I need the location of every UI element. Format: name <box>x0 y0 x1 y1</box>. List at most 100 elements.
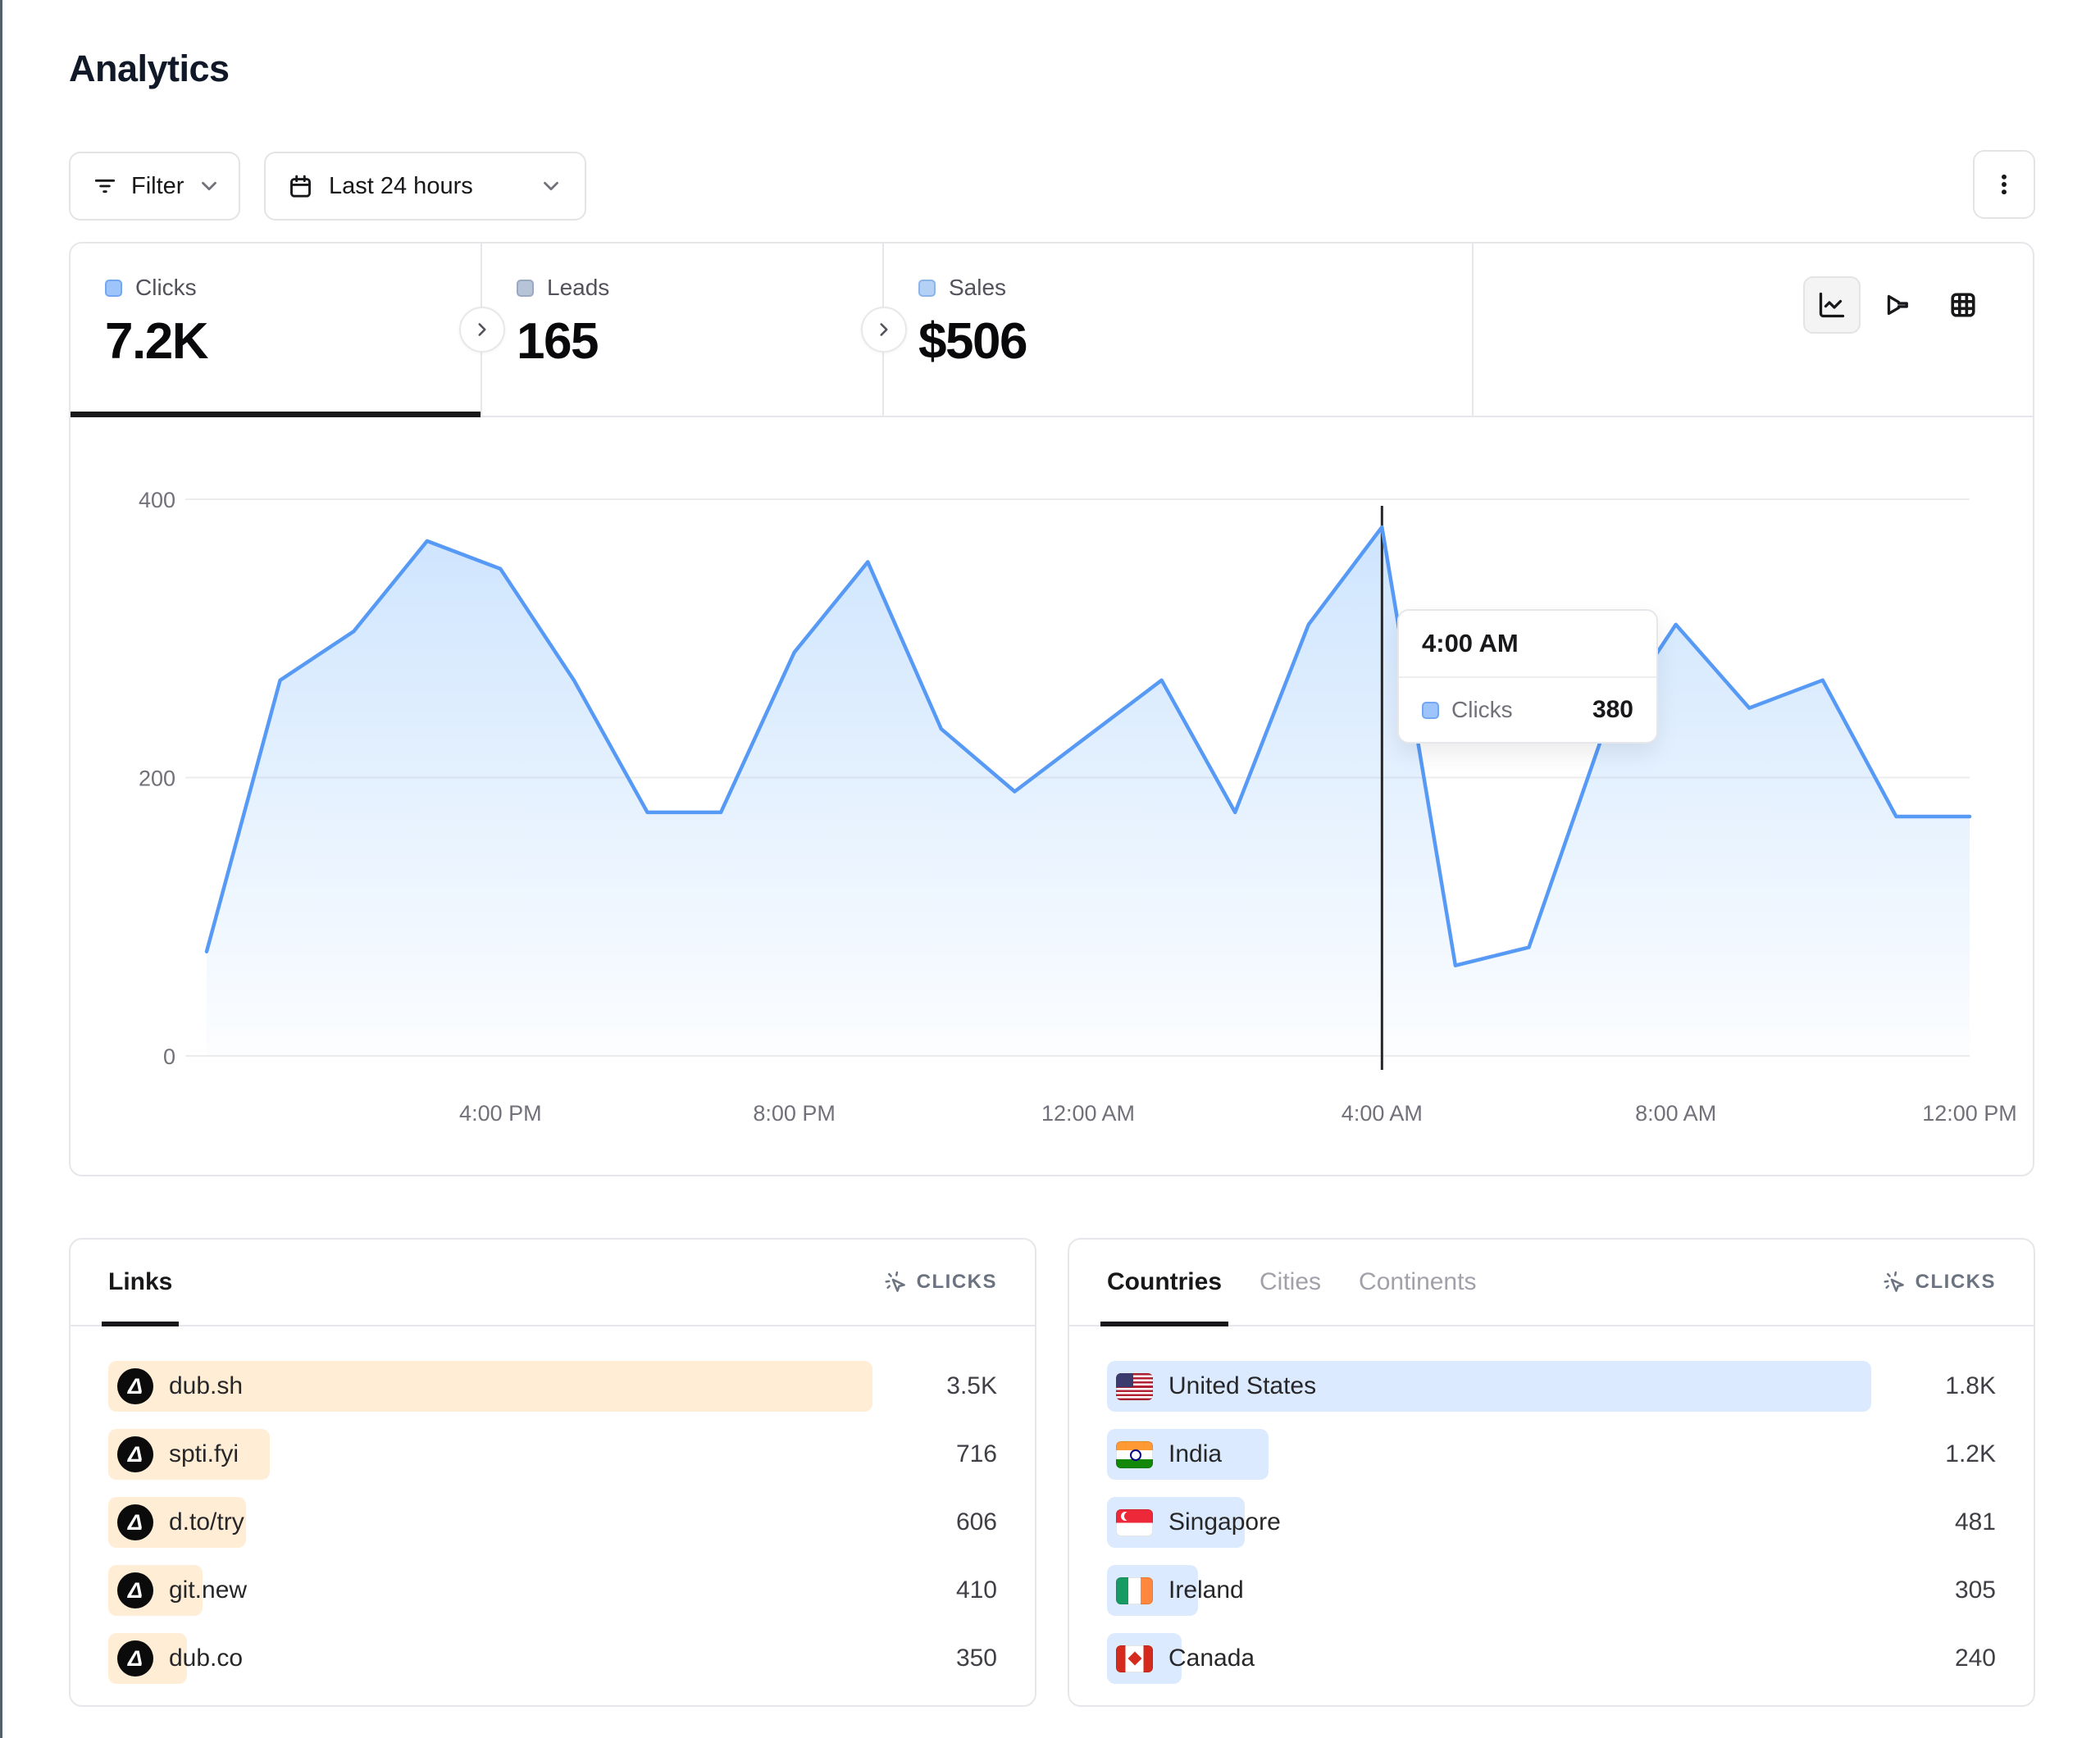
stat-tab-leads[interactable]: Leads165 <box>482 243 884 416</box>
tooltip-series-label: Clicks <box>1451 697 1513 723</box>
countries-rows: United States 1.8K India 1.2K Singapore 481 Ir… <box>1069 1326 2034 1684</box>
tooltip-time: 4:00 AM <box>1399 611 1656 678</box>
stat-tab-sales[interactable]: Sales$506 <box>884 243 1474 416</box>
row-label: git.new <box>169 1576 247 1604</box>
row-label: dub.co <box>169 1645 243 1672</box>
table-row[interactable]: Singapore 481 <box>1107 1497 1996 1548</box>
sg-flag-icon <box>1116 1509 1153 1536</box>
calendar-icon <box>287 173 314 200</box>
table-row[interactable]: Δgit.new 410 <box>108 1565 997 1616</box>
stat-value: 7.2K <box>105 312 481 371</box>
bar-track: Ireland <box>1107 1565 1895 1616</box>
stat-tab-clicks[interactable]: Clicks 7.2K <box>71 243 482 416</box>
table-view-button[interactable] <box>1934 276 1992 334</box>
row-value: 606 <box>919 1508 997 1536</box>
filter-button[interactable]: Filter <box>69 152 240 221</box>
tab-links[interactable]: Links <box>108 1240 172 1325</box>
countries-panel: Countries Cities Continents CLICKS United … <box>1068 1238 2035 1707</box>
line-chart-view-button[interactable] <box>1803 276 1861 334</box>
table-row[interactable]: Δspti.fyi716 <box>108 1429 997 1480</box>
tab-countries[interactable]: Countries <box>1107 1240 1222 1325</box>
dub-logo-icon: Δ <box>117 1640 153 1677</box>
tab-continents[interactable]: Continents <box>1359 1240 1476 1325</box>
kebab-menu-icon <box>1990 171 2018 198</box>
row-value: 3.5K <box>919 1372 997 1400</box>
row-value: 240 <box>1918 1645 1996 1672</box>
row-value: 1.8K <box>1918 1372 1996 1400</box>
stat-expand-chevron-button[interactable] <box>459 307 505 353</box>
metric-selector[interactable]: CLICKS <box>1882 1270 1996 1294</box>
date-range-button[interactable]: Last 24 hours <box>264 152 586 221</box>
row-value: 350 <box>919 1645 997 1672</box>
links-rows: Δdub.sh 3.5K Δspti.fyi716 Δd.to/try 606 Δgit.… <box>71 1326 1035 1684</box>
table-row[interactable]: India 1.2K <box>1107 1429 1996 1480</box>
bar-track: Δdub.co <box>108 1633 896 1684</box>
stat-value: $506 <box>918 312 1472 371</box>
row-value: 1.2K <box>1918 1440 1996 1468</box>
x-axis-tick: 8:00 AM <box>1635 1101 1716 1126</box>
filter-icon <box>92 173 118 199</box>
tab-label: Countries <box>1107 1268 1222 1296</box>
table-row[interactable]: Ireland305 <box>1107 1565 1996 1616</box>
chevron-down-icon <box>197 174 221 198</box>
more-menu-button[interactable] <box>1973 150 2035 219</box>
chart-type-switcher <box>1803 276 1992 334</box>
stat-value: 165 <box>517 312 882 371</box>
chart-tooltip: 4:00 AM Clicks 380 <box>1397 609 1658 744</box>
filter-button-label: Filter <box>131 173 184 200</box>
row-label: India <box>1168 1440 1222 1468</box>
tab-cities[interactable]: Cities <box>1260 1240 1321 1325</box>
chevron-right-icon <box>471 319 493 340</box>
y-axis-tick: 200 <box>139 767 175 791</box>
funnel-chart-icon <box>1883 290 1912 320</box>
clicks-area-chart[interactable]: 0 200 400 4:00 PM 8:00 PM 12:00 AM 4:00 AM 8:00… <box>71 416 2036 1176</box>
stats-tabs: Clicks 7.2KLeads165Sales$506 <box>71 243 2033 417</box>
row-value: 716 <box>919 1440 997 1468</box>
page-title: Analytics <box>69 48 230 90</box>
row-label: Canada <box>1168 1645 1255 1672</box>
metric-label: CLICKS <box>1916 1271 1996 1294</box>
area-fill <box>207 527 1970 1056</box>
countries-panel-header: Countries Cities Continents CLICKS <box>1069 1240 2034 1326</box>
bar-track: Singapore <box>1107 1497 1895 1548</box>
cursor-click-icon <box>883 1270 908 1294</box>
stat-expand-chevron-button[interactable] <box>861 307 907 353</box>
bar-track: United States <box>1107 1361 1895 1412</box>
x-axis-tick: 8:00 PM <box>753 1101 836 1126</box>
chevron-right-icon <box>873 319 895 340</box>
leads-legend-square <box>517 280 534 297</box>
x-axis-tick: 12:00 AM <box>1041 1101 1135 1126</box>
table-row[interactable]: Δdub.co 350 <box>108 1633 997 1684</box>
table-row[interactable]: Δdub.sh 3.5K <box>108 1361 997 1412</box>
chevron-down-icon <box>539 174 563 198</box>
row-value: 481 <box>1918 1508 1996 1536</box>
tab-label: Continents <box>1359 1268 1476 1296</box>
bar-track: Δgit.new <box>108 1565 896 1616</box>
sales-legend-square <box>918 280 936 297</box>
metric-selector[interactable]: CLICKS <box>883 1270 997 1294</box>
table-row[interactable]: Canada 240 <box>1107 1633 1996 1684</box>
table-row[interactable]: Δd.to/try606 <box>108 1497 997 1548</box>
row-label: dub.sh <box>169 1372 243 1400</box>
y-axis-tick: 0 <box>163 1044 175 1069</box>
stat-label-text: Clicks <box>135 275 197 301</box>
row-value: 410 <box>919 1576 997 1604</box>
row-label: Ireland <box>1168 1576 1244 1604</box>
row-label: United States <box>1168 1372 1316 1400</box>
analytics-card: Clicks 7.2KLeads165Sales$506 0 200 400 4:00 … <box>69 242 2034 1176</box>
funnel-view-button[interactable] <box>1869 276 1926 334</box>
row-label: d.to/try <box>169 1508 244 1536</box>
dub-logo-icon: Δ <box>117 1572 153 1608</box>
clicks-legend-square <box>1422 702 1439 719</box>
x-axis-tick: 12:00 PM <box>1922 1101 2017 1126</box>
cursor-click-icon <box>1882 1270 1906 1294</box>
x-axis-tick: 4:00 PM <box>459 1101 542 1126</box>
bar-track: Δdub.sh <box>108 1361 896 1412</box>
metric-label: CLICKS <box>917 1271 997 1294</box>
ca-flag-icon <box>1116 1645 1153 1672</box>
tab-label: Cities <box>1260 1268 1321 1296</box>
table-row[interactable]: United States 1.8K <box>1107 1361 1996 1412</box>
y-axis-tick: 400 <box>139 488 175 512</box>
row-label: Singapore <box>1168 1508 1281 1536</box>
clicks-legend-square <box>105 280 122 297</box>
